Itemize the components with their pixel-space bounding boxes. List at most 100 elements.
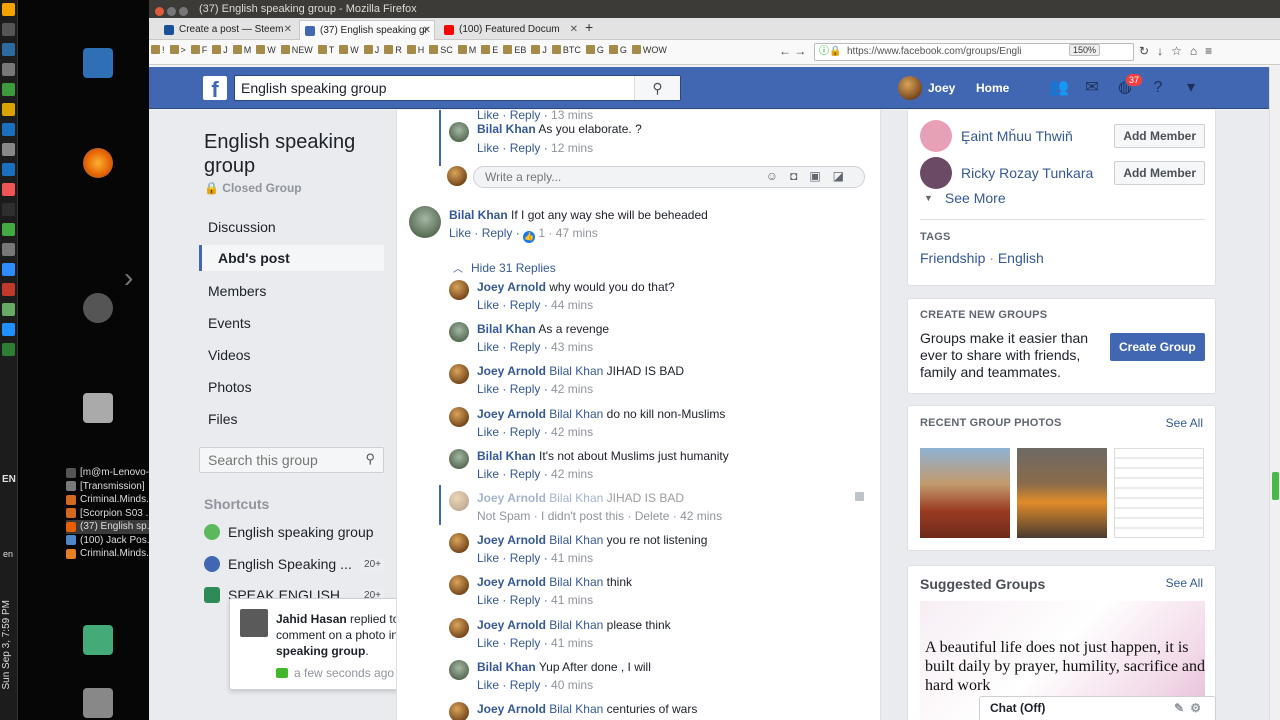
avatar[interactable]: [449, 575, 469, 595]
bookmark-item[interactable]: !: [151, 45, 165, 55]
scrollbar-thumb[interactable]: [1272, 472, 1279, 500]
nav-members[interactable]: Members: [199, 278, 384, 304]
comment-author[interactable]: Joey Arnold: [477, 618, 546, 632]
bookmark-item[interactable]: J: [212, 45, 228, 55]
reply-link[interactable]: Reply: [510, 340, 541, 354]
bookmark-item[interactable]: J: [531, 45, 547, 55]
app-icon[interactable]: [2, 343, 15, 356]
mention-tag[interactable]: Bilal Khan: [549, 491, 603, 505]
avatar[interactable]: [449, 618, 469, 638]
mention-tag[interactable]: Bilal Khan: [549, 364, 603, 378]
comment-author[interactable]: Bilal Khan: [477, 322, 536, 336]
home-link[interactable]: Home: [976, 81, 1009, 95]
friend-requests-icon[interactable]: 👥: [1049, 78, 1069, 98]
avatar[interactable]: [449, 322, 469, 342]
reply-link[interactable]: Reply: [510, 551, 541, 565]
forward-icon[interactable]: →: [794, 44, 806, 58]
close-tab-icon[interactable]: ✕: [570, 20, 578, 40]
profile-link[interactable]: Joey: [898, 75, 955, 101]
reply-link[interactable]: Reply: [510, 110, 541, 122]
bookmark-item[interactable]: WOW: [631, 45, 667, 55]
reply-link[interactable]: Reply: [510, 467, 541, 481]
close-tab-icon[interactable]: ✕: [284, 20, 292, 40]
bookmark-item[interactable]: R: [384, 45, 402, 55]
didnt-post-link[interactable]: I didn't post this: [541, 509, 624, 523]
nav-events[interactable]: Events: [199, 310, 384, 336]
bookmark-item[interactable]: H: [406, 45, 424, 55]
app-icon[interactable]: [2, 123, 15, 136]
nav-files[interactable]: Files: [199, 406, 384, 432]
app-icon[interactable]: [2, 103, 15, 116]
tab-facebook[interactable]: (37) English speaking gr ✕: [299, 20, 435, 40]
archive-icon[interactable]: [83, 393, 113, 423]
zoom-level[interactable]: 150%: [1069, 44, 1101, 56]
close-icon[interactable]: [155, 7, 164, 16]
firefox-icon[interactable]: [83, 148, 113, 178]
add-member-button[interactable]: Add Member: [1114, 161, 1205, 185]
suggested-see-all-link[interactable]: See All: [1166, 576, 1203, 590]
star-icon[interactable]: ☆: [1171, 44, 1190, 58]
member-name[interactable]: Ȩaint Mȟuu Thwiň: [961, 128, 1073, 144]
nav-abds-post[interactable]: Abd's post: [199, 245, 384, 271]
bookmark-item[interactable]: M: [232, 45, 251, 55]
avatar[interactable]: [449, 491, 469, 511]
comment-author[interactable]: Bilal Khan: [477, 660, 536, 674]
comment-author[interactable]: Bilal Khan: [477, 122, 536, 136]
close-tab-icon[interactable]: ✕: [423, 21, 431, 40]
app-icon[interactable]: [2, 83, 15, 96]
compose-icon[interactable]: ✎: [1174, 701, 1190, 715]
comment-author[interactable]: Bilal Khan: [477, 449, 536, 463]
like-link[interactable]: Like: [477, 141, 499, 155]
tab-youtube[interactable]: (100) Featured Docum ✕: [439, 20, 581, 40]
reply-link[interactable]: Reply: [510, 593, 541, 607]
system-clock[interactable]: Sun Sep 3, 7:59 PM: [1, 600, 17, 690]
comment-author[interactable]: Joey Arnold: [477, 280, 546, 294]
chevron-right-icon[interactable]: ›: [124, 262, 133, 294]
sticker-icon[interactable]: ◪: [833, 169, 856, 183]
avatar[interactable]: [920, 120, 952, 152]
reply-link[interactable]: Reply: [510, 425, 541, 439]
member-name[interactable]: Ricky Rozay Tunkara: [961, 165, 1093, 181]
bookmark-item[interactable]: F: [190, 45, 207, 55]
app-icon[interactable]: [2, 163, 15, 176]
comment-author[interactable]: Joey Arnold: [477, 491, 546, 505]
avatar[interactable]: [449, 702, 469, 720]
shortcut-item[interactable]: English speaking group: [204, 522, 384, 542]
like-link[interactable]: Like: [477, 110, 499, 122]
mention-tag[interactable]: Bilal Khan: [549, 575, 603, 589]
bookmark-item[interactable]: EB: [503, 45, 526, 55]
back-icon[interactable]: ←: [779, 44, 791, 58]
comment-author[interactable]: Joey Arnold: [477, 575, 546, 589]
mention-tag[interactable]: Bilal Khan: [549, 618, 603, 632]
emoji-icon[interactable]: ☺: [766, 169, 790, 183]
bookmark-item[interactable]: M: [457, 45, 476, 55]
home-icon[interactable]: ⌂: [1190, 44, 1205, 58]
facebook-logo[interactable]: f: [203, 76, 227, 100]
app-icon[interactable]: [2, 323, 15, 336]
help-icon[interactable]: ?: [1148, 78, 1168, 98]
bookmark-item[interactable]: NEW: [280, 45, 313, 55]
see-more-link[interactable]: ▼ See More: [924, 190, 1006, 206]
reply-link[interactable]: Reply: [510, 298, 541, 312]
avatar[interactable]: [920, 157, 952, 189]
avatar[interactable]: [449, 449, 469, 469]
document-icon[interactable]: [83, 48, 113, 78]
bookmark-item[interactable]: E: [481, 45, 498, 55]
app-icon[interactable]: [2, 43, 15, 56]
globe-icon[interactable]: ◍ 37: [1115, 73, 1144, 98]
language-indicator[interactable]: EN: [2, 474, 16, 485]
camera-icon[interactable]: ◘: [790, 169, 809, 183]
avatar[interactable]: [449, 533, 469, 553]
app-icon[interactable]: [2, 283, 15, 296]
bookmark-item[interactable]: T: [317, 45, 334, 55]
gear-icon[interactable]: ⚙: [1190, 701, 1207, 715]
app-icon[interactable]: [2, 243, 15, 256]
avatar[interactable]: [449, 407, 469, 427]
like-link[interactable]: Like: [477, 636, 499, 650]
tag-link[interactable]: English: [998, 250, 1044, 266]
caret-down-icon[interactable]: ▾: [1181, 78, 1201, 98]
app-icon[interactable]: [2, 143, 15, 156]
not-spam-link[interactable]: Not Spam: [477, 509, 530, 523]
chat-bar[interactable]: Chat (Off) ✎⚙: [979, 696, 1216, 720]
add-member-button[interactable]: Add Member: [1114, 124, 1205, 148]
